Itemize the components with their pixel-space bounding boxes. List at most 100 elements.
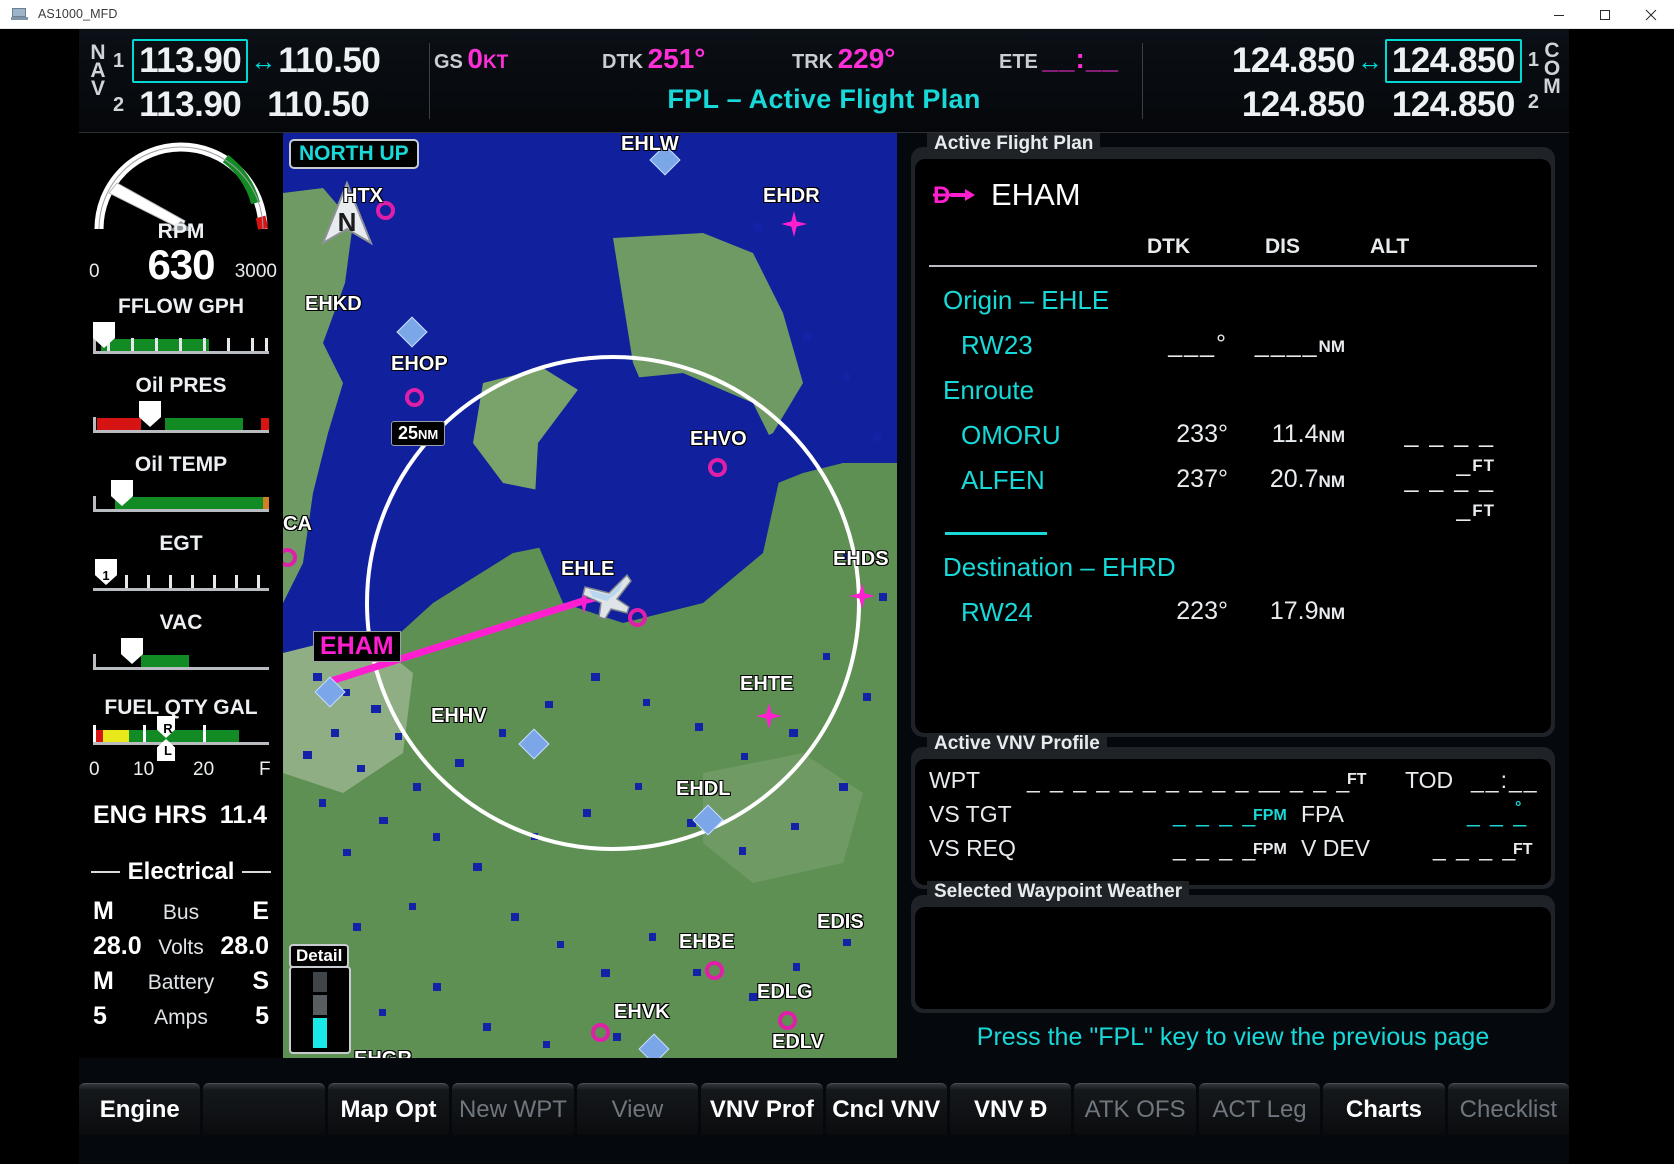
right-panels: Active Flight Plan D EHAM DTK DIS ALT Or… <box>897 133 1569 1058</box>
fpl-wpt-dis-unit: NM <box>1318 472 1345 491</box>
dtk-label: DTK <box>602 51 644 73</box>
vacuum-label: VAC <box>159 611 203 634</box>
map-waypoint-label[interactable]: EHBE <box>679 931 735 954</box>
trk-value: 229° <box>837 43 896 74</box>
map-waypoint-label[interactable]: EHDS <box>833 548 889 571</box>
map-waypoint-label[interactable]: EHGR <box>354 1048 412 1058</box>
softkey-blank[interactable] <box>203 1083 325 1135</box>
moving-map[interactable]: NORTH UP N 25NM EHLW EHDR HTX EHKD EHOP EHVO C… <box>283 133 897 1058</box>
map-waypoint-label[interactable]: EHVK <box>614 1001 670 1024</box>
fpl-destination-label: Destination – EHRD <box>943 552 1176 582</box>
trk-label: TRK <box>792 51 834 73</box>
ete-value: __:__ <box>1042 43 1119 74</box>
nav1-swap-icon[interactable]: ↔ <box>248 46 278 77</box>
softkey-atk-ofs: ATK OFS <box>1074 1083 1196 1135</box>
flight-plan-waypoint-row[interactable]: ALFEN 237° 20.7NM _ _ _ _ _FT <box>915 465 1551 522</box>
flight-plan-section-row[interactable]: Origin – EHLE <box>915 285 1551 330</box>
softkey-charts[interactable]: Charts <box>1323 1083 1445 1135</box>
map-waypoint-label[interactable]: EHDL <box>676 778 730 801</box>
map-waypoint-label[interactable]: EHHV <box>431 705 487 728</box>
com1-swap-icon[interactable]: ↔ <box>1355 46 1385 77</box>
map-waypoint-label[interactable]: EHKD <box>305 293 362 316</box>
map-waypoint-label[interactable]: EHLW <box>621 133 679 156</box>
close-button[interactable] <box>1628 0 1674 29</box>
map-waypoint-label[interactable]: HTX <box>343 185 383 208</box>
svg-text:N: N <box>338 207 357 237</box>
egt-gauge: EGT 1 <box>79 532 283 599</box>
softkey-act-leg: ACT Leg <box>1198 1083 1321 1135</box>
map-waypoint-label[interactable]: EDIS <box>817 911 864 934</box>
map-detail-label: Detail <box>289 944 350 968</box>
fuel-tick-10: 10 <box>133 759 155 780</box>
softkey-new-wpt: New WPT <box>452 1083 574 1135</box>
waypoint-symbol-ehbe[interactable] <box>705 961 724 980</box>
vnv-tod-label: TOD <box>1405 767 1454 793</box>
amps-left: 5 <box>93 1002 107 1030</box>
track-readout: TRK 229° <box>792 43 895 75</box>
vnv-vdev-label: V DEV <box>1301 835 1371 861</box>
map-detail-widget[interactable]: Detail <box>289 944 351 1054</box>
com1-row[interactable]: 124.850 ↔ 124.850 <box>1232 39 1522 83</box>
fuel-quantity-label: FUEL QTY GAL <box>104 696 258 719</box>
map-waypoint-label[interactable]: CA <box>283 513 312 536</box>
direct-to-row[interactable]: D EHAM <box>915 159 1551 213</box>
waypoint-symbol-ehvk[interactable] <box>591 1023 610 1042</box>
bus-left: M <box>93 897 114 925</box>
waypoint-symbol-edlg[interactable] <box>778 1011 797 1030</box>
page-title: FPL – Active Flight Plan <box>667 84 981 114</box>
map-waypoint-label[interactable]: EDLV <box>772 1031 824 1054</box>
vnv-vstgt-value: _ _ _ _ <box>1173 801 1258 827</box>
fpl-wpt-name: ALFEN <box>961 465 1045 495</box>
softkey-bar: Engine Map Opt New WPT View VNV Prof Cncl VNV… <box>79 1083 1570 1135</box>
map-waypoint-label[interactable]: EDLG <box>757 981 813 1004</box>
rpm-arc <box>94 142 268 231</box>
flight-plan-section-row[interactable]: Enroute <box>915 375 1551 420</box>
flight-plan-separator <box>915 510 1551 552</box>
rpm-max: 3000 <box>234 261 277 282</box>
flight-plan-section-row[interactable]: Destination – EHRD <box>915 552 1551 597</box>
map-range-badge[interactable]: 25NM <box>391 421 446 446</box>
vnv-vdev-value: _ _ _ _ <box>1433 835 1518 861</box>
vnv-fpa-label: FPA <box>1301 801 1345 827</box>
softkey-engine[interactable]: Engine <box>79 1083 201 1135</box>
nav1-standby-frequency[interactable]: 110.50 <box>278 41 381 81</box>
softkey-map-opt[interactable]: Map Opt <box>327 1083 450 1135</box>
map-waypoint-label[interactable]: EHVO <box>690 428 747 451</box>
softkey-view: View <box>576 1083 699 1135</box>
fuel-scale: 0 10 20 F <box>89 759 271 783</box>
flight-plan-waypoint-row[interactable]: RW24 223° 17.9NM <box>915 597 1551 642</box>
flight-plan-waypoint-row[interactable]: RW23 ___° ____NM <box>915 330 1551 375</box>
softkey-cncl-vnv[interactable]: Cncl VNV <box>825 1083 947 1135</box>
fuel-pointer-right-label: R <box>163 721 173 736</box>
flight-plan-panel-shell: Active Flight Plan D EHAM DTK DIS ALT Or… <box>911 133 1555 737</box>
column-header-dtk: DTK <box>1147 235 1191 258</box>
map-waypoint-label[interactable]: EHOP <box>391 353 448 376</box>
nav1-active-frequency[interactable]: 113.90 <box>132 39 249 83</box>
map-orientation-badge[interactable]: NORTH UP <box>289 139 419 169</box>
com1-standby-frequency[interactable]: 124.850 <box>1384 39 1522 83</box>
map-waypoint-label[interactable]: EHDR <box>763 185 820 208</box>
softkey-vnv-prof[interactable]: VNV Prof <box>701 1083 823 1135</box>
engine-hours-value: 11.4 <box>219 801 267 829</box>
mfd-screen: NAV 1 113.90 ↔ 110.50 2 113.90 110.50 GS… <box>79 29 1569 1164</box>
waypoint-symbol-ehvo[interactable] <box>708 458 727 477</box>
flight-plan-waypoint-row[interactable]: OMORU 233° 11.4NM _ _ _ _ _FT <box>915 420 1551 477</box>
active-waypoint-label[interactable]: EHAM <box>313 631 401 662</box>
electrical-row: M Bus E <box>79 894 283 929</box>
oil-temperature-gauge: Oil TEMP <box>79 453 283 520</box>
weather-panel-body <box>915 907 1551 1009</box>
page-hint-text: Press the "FPL" key to view the previous… <box>976 1023 1490 1051</box>
map-waypoint-label[interactable]: EHTE <box>740 673 793 696</box>
fpl-wpt-name: RW23 <box>961 330 1033 360</box>
bus-right: E <box>252 897 269 925</box>
maximize-button[interactable] <box>1582 0 1628 29</box>
engine-hours-row: ENG HRS 11.4 <box>79 783 283 830</box>
direct-to-icon: D <box>933 182 975 209</box>
rpm-gauge: RPM 630 0 3000 <box>79 133 283 288</box>
nav1-row[interactable]: 1 113.90 ↔ 110.50 <box>113 39 381 83</box>
softkey-vnv[interactable]: VNV Đ <box>949 1083 1072 1135</box>
com1-active-frequency[interactable]: 124.850 <box>1232 41 1356 81</box>
waypoint-symbol-ehop[interactable] <box>405 388 424 407</box>
oil-temperature-label: Oil TEMP <box>134 453 228 476</box>
minimize-button[interactable] <box>1536 0 1582 29</box>
